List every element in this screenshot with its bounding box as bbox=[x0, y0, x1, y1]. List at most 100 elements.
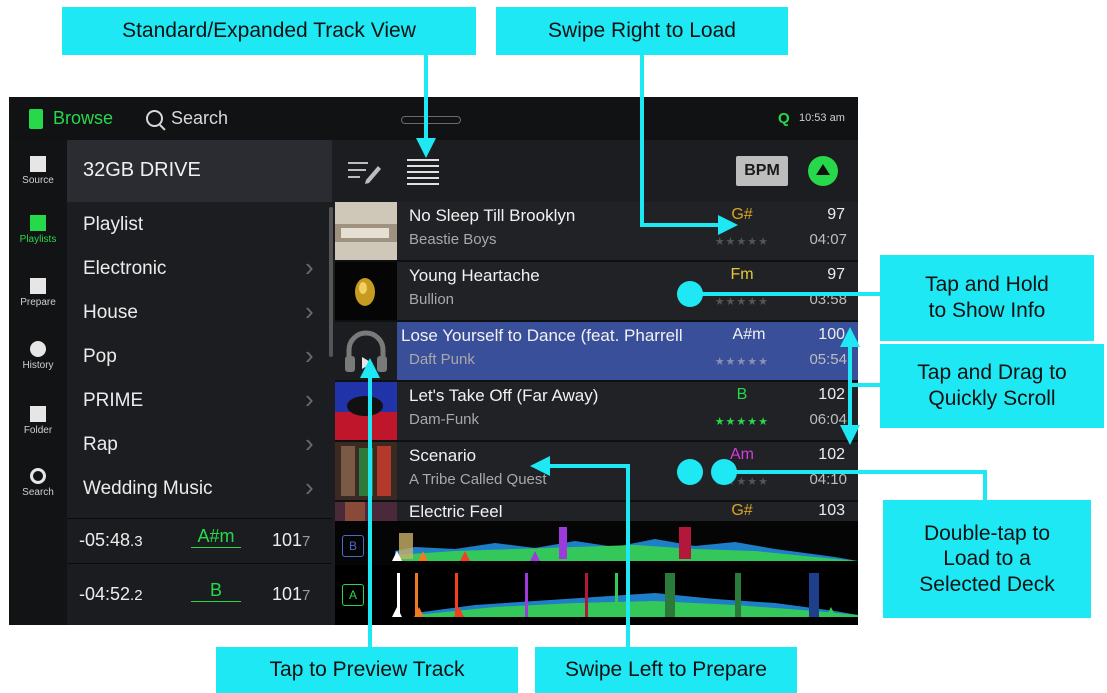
rail-playlists[interactable]: Playlists bbox=[9, 215, 67, 245]
track-row[interactable]: Scenario A Tribe Called Quest Am 102 ★★★… bbox=[335, 442, 858, 502]
crate-item[interactable]: Electronic bbox=[83, 258, 166, 280]
track-title: Young Heartache bbox=[409, 266, 540, 285]
crate-item[interactable]: Playlist bbox=[83, 214, 143, 236]
deck-bpm-main: 101 bbox=[272, 530, 303, 550]
deck-row[interactable]: -05:48.3 A#m 1017 bbox=[67, 518, 332, 563]
track-row[interactable]: Electric Feel G# 103 bbox=[335, 502, 858, 521]
crate-item[interactable]: PRIME bbox=[83, 390, 143, 412]
track-rating: ★★★★★ bbox=[714, 356, 769, 368]
browse-tab[interactable]: Browse bbox=[53, 108, 113, 129]
track-bpm: 102 bbox=[818, 386, 845, 403]
rail-label: Search bbox=[22, 487, 54, 498]
deck-bpm-fraction: 7 bbox=[302, 587, 311, 604]
deck-b-button[interactable]: B bbox=[342, 535, 364, 557]
track-rating: ★★★★★ bbox=[714, 236, 769, 248]
rail-folder[interactable]: Folder bbox=[9, 406, 67, 436]
callout-tap-drag: Tap and Drag to Quickly Scroll bbox=[880, 344, 1104, 428]
deck-time-main: -05:48 bbox=[79, 530, 131, 550]
deck-time-main: -04:52 bbox=[79, 584, 131, 604]
deck-row[interactable]: -04:52.2 B 1017 bbox=[67, 563, 332, 625]
crate-item[interactable]: House bbox=[83, 302, 138, 324]
rail-label: Playlists bbox=[19, 234, 57, 245]
track-row-selected[interactable]: Lose Yourself to Dance (feat. Pharrell D… bbox=[335, 322, 858, 382]
callout-swipe-left: Swipe Left to Prepare bbox=[535, 647, 797, 693]
track-key: G# bbox=[731, 502, 753, 519]
track-row[interactable]: Young Heartache Bullion Fm 97 ★★★★★ 03:5… bbox=[335, 262, 858, 322]
crate-scrollbar[interactable] bbox=[329, 207, 333, 357]
deck-time-fraction: .2 bbox=[130, 587, 143, 604]
edit-icon[interactable] bbox=[348, 160, 382, 184]
deck-time-remaining: -04:52.2 bbox=[79, 584, 143, 605]
rail-label: Prepare bbox=[20, 297, 56, 308]
callout-text: Double-tap to bbox=[923, 521, 1051, 545]
deck-bpm-main: 101 bbox=[272, 584, 303, 604]
prepare-icon bbox=[30, 278, 46, 294]
callout-text: Tap to Preview Track bbox=[269, 658, 465, 682]
crate-list[interactable]: Playlist Electronic › House › Pop › PRIM… bbox=[67, 202, 332, 518]
track-bpm: 97 bbox=[827, 266, 845, 283]
album-art bbox=[335, 442, 397, 500]
callout-preview: Tap to Preview Track bbox=[216, 647, 518, 693]
drag-handle[interactable] bbox=[401, 116, 461, 124]
deck-key: B bbox=[191, 580, 241, 602]
deck-time-remaining: -05:48.3 bbox=[79, 530, 143, 551]
chevron-right-icon: › bbox=[305, 472, 314, 502]
callout-text: Swipe Left to Prepare bbox=[565, 658, 767, 682]
callout-text: Load to a bbox=[943, 547, 1031, 571]
callout-tap-hold: Tap and Hold to Show Info bbox=[880, 255, 1094, 341]
callout-double-tap: Double-tap to Load to a Selected Deck bbox=[883, 500, 1091, 618]
waveform-area[interactable] bbox=[335, 521, 858, 625]
deck-bpm: 1017 bbox=[272, 584, 310, 605]
crate-header: 32GB DRIVE bbox=[67, 140, 332, 202]
waveform-overview bbox=[335, 521, 858, 625]
track-bpm: 103 bbox=[818, 502, 845, 519]
sort-direction-button[interactable] bbox=[808, 156, 838, 186]
album-art bbox=[335, 202, 397, 260]
rail-search[interactable]: Search bbox=[9, 468, 67, 498]
track-artist: A Tribe Called Quest bbox=[409, 471, 547, 488]
deck-a-button[interactable]: A bbox=[342, 584, 364, 606]
chevron-right-icon: › bbox=[305, 428, 314, 458]
device-screen: Browse Search Q 10:53 am Source Playlist… bbox=[9, 97, 858, 625]
headphones-preview-icon[interactable] bbox=[335, 322, 397, 380]
usb-drive-icon bbox=[30, 156, 46, 172]
callout-standard-expanded-view: Standard/Expanded Track View bbox=[62, 7, 476, 55]
expanded-list-icon[interactable] bbox=[407, 158, 439, 186]
crate-item[interactable]: Rap bbox=[83, 434, 118, 456]
callout-text: Tap and Drag to bbox=[917, 361, 1067, 385]
chevron-right-icon: › bbox=[305, 340, 314, 370]
callout-swipe-right: Swipe Right to Load bbox=[496, 7, 788, 55]
sort-by-bpm-button[interactable]: BPM bbox=[736, 156, 788, 186]
quantize-indicator: Q bbox=[778, 110, 790, 127]
track-toolbar: BPM bbox=[335, 140, 858, 202]
track-title: No Sleep Till Brooklyn bbox=[409, 206, 576, 225]
deck-time-fraction: .3 bbox=[130, 533, 143, 550]
track-key: Fm bbox=[730, 266, 754, 283]
track-bpm: 102 bbox=[818, 446, 845, 463]
rail-label: Folder bbox=[23, 425, 53, 436]
search-tab[interactable]: Search bbox=[171, 108, 228, 129]
rail-history[interactable]: History bbox=[9, 341, 67, 371]
track-key: Am bbox=[730, 446, 754, 463]
track-artist: Bullion bbox=[409, 291, 455, 308]
playlist-icon bbox=[30, 215, 46, 231]
track-title: Scenario bbox=[409, 446, 477, 465]
callout-text: Standard/Expanded Track View bbox=[122, 19, 416, 43]
crate-item[interactable]: Pop bbox=[83, 346, 117, 368]
rail-prepare[interactable]: Prepare bbox=[9, 278, 67, 308]
deck-bpm: 1017 bbox=[272, 530, 310, 551]
left-rail: Source Playlists Prepare History Folder … bbox=[9, 140, 67, 625]
track-duration: 04:10 bbox=[809, 471, 847, 488]
track-row[interactable]: No Sleep Till Brooklyn Beastie Boys G# 9… bbox=[335, 202, 858, 262]
callout-text: Swipe Right to Load bbox=[548, 19, 736, 43]
track-row[interactable]: Let's Take Off (Far Away) Dam-Funk B 102… bbox=[335, 382, 858, 442]
track-duration: 03:58 bbox=[809, 291, 847, 308]
track-title: Lose Yourself to Dance (feat. Pharrell bbox=[401, 326, 683, 345]
rail-source[interactable]: Source bbox=[9, 156, 67, 186]
track-artist: Dam-Funk bbox=[409, 411, 480, 428]
album-art bbox=[335, 382, 397, 440]
crate-item[interactable]: Wedding Music bbox=[83, 478, 213, 500]
search-icon bbox=[146, 110, 163, 127]
track-title: Electric Feel bbox=[409, 502, 503, 521]
deck-key: A#m bbox=[191, 526, 241, 548]
